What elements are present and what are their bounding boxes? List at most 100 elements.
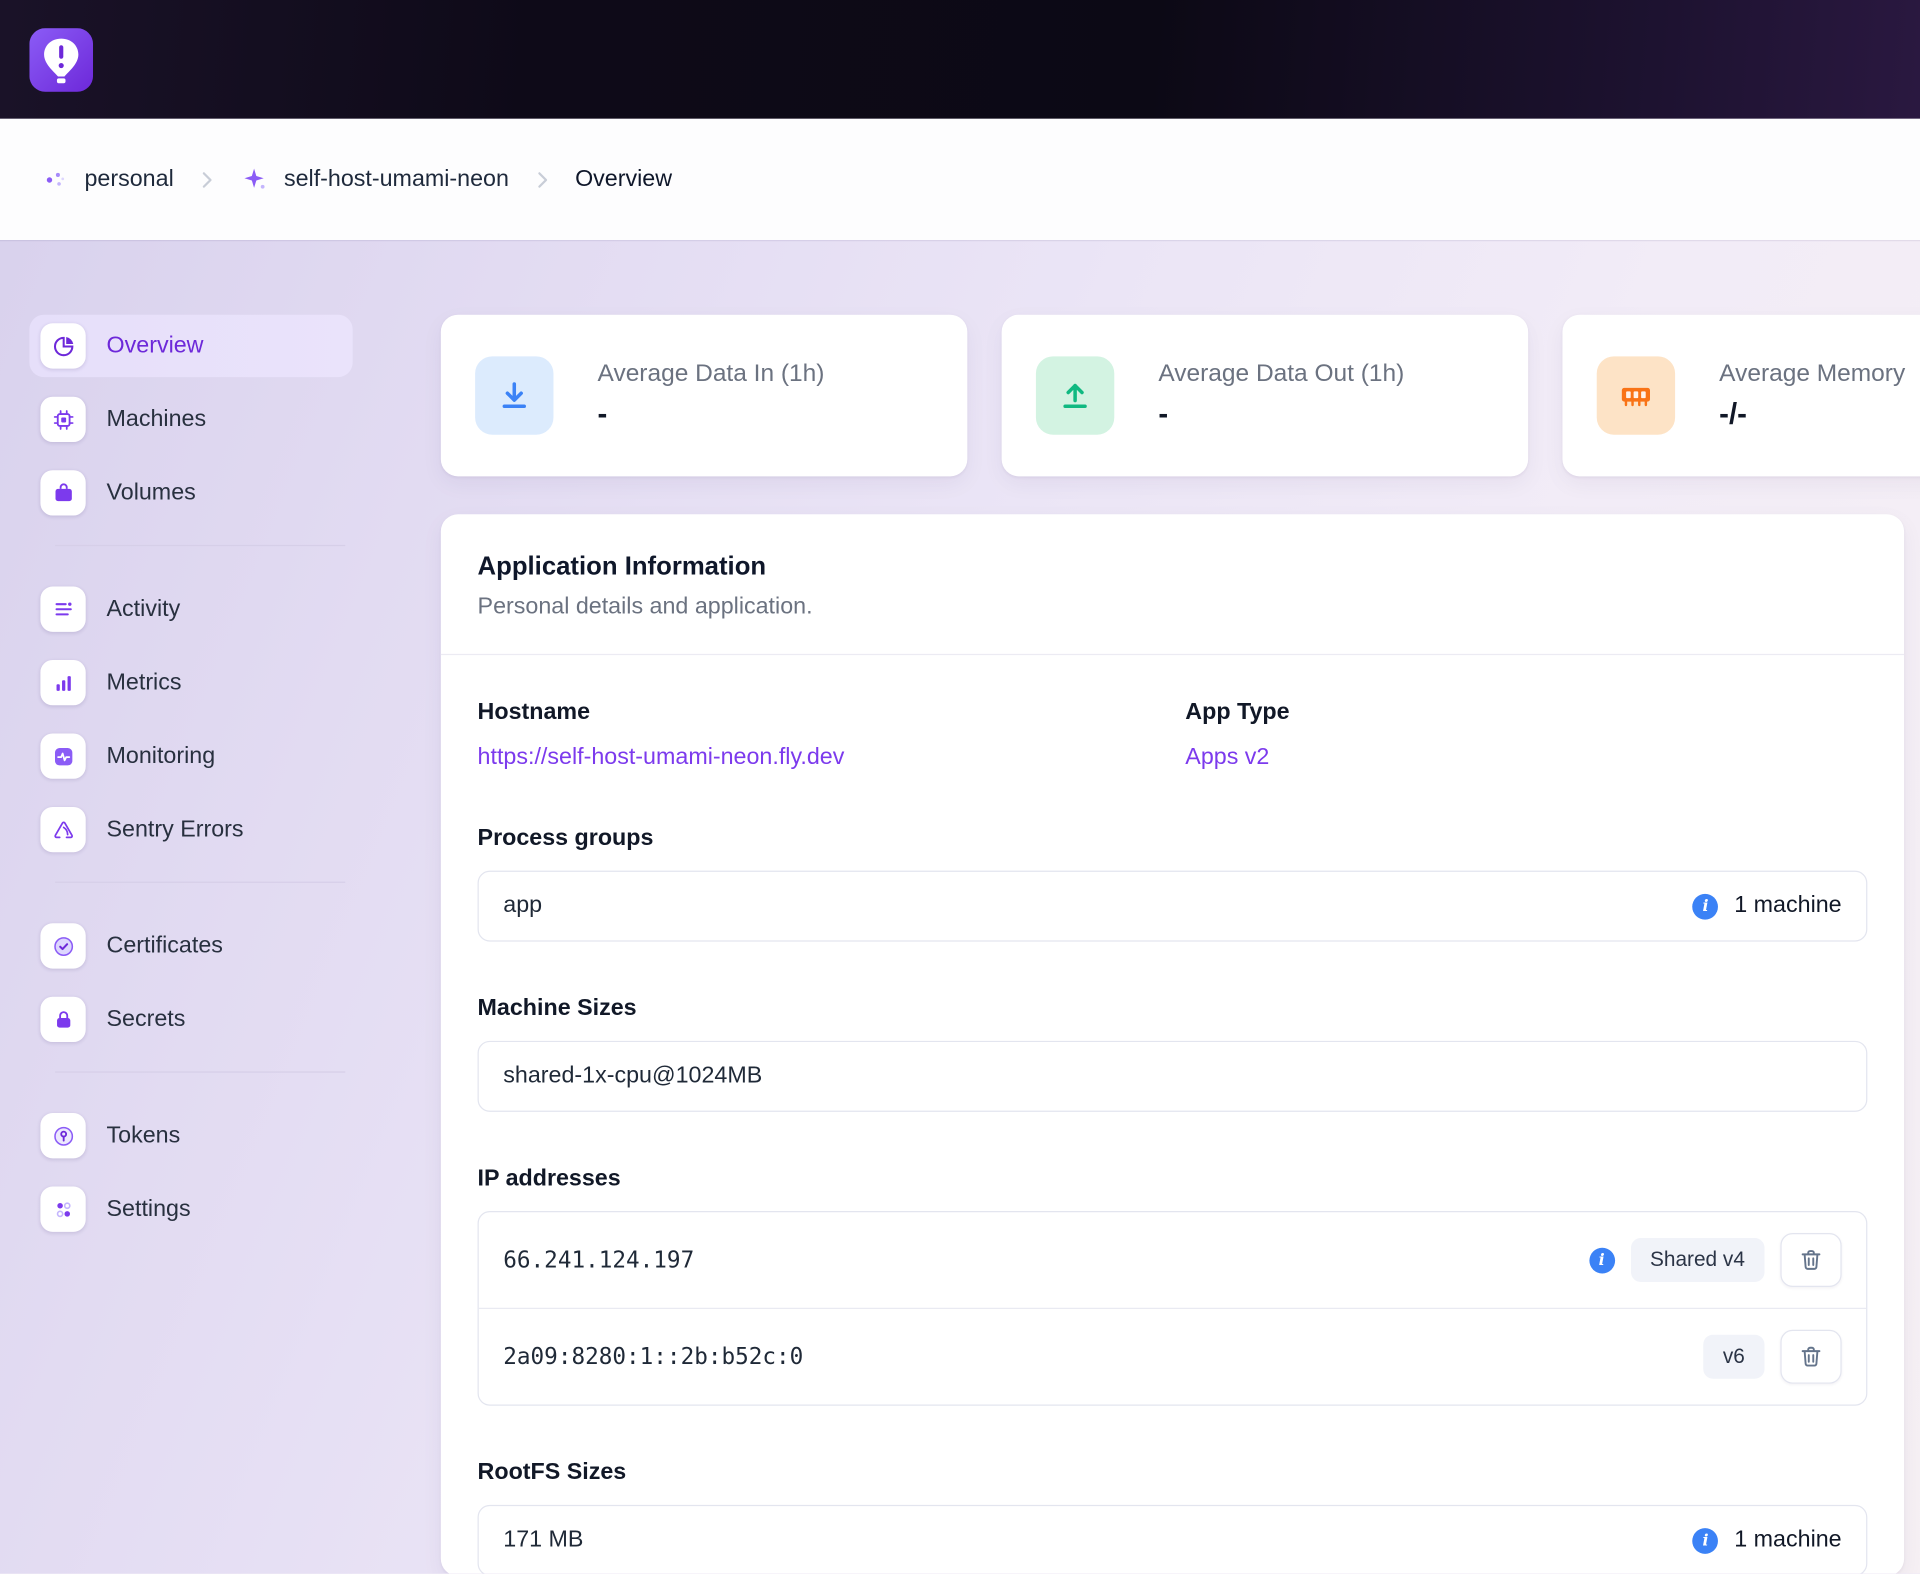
rootfs-label: RootFS Sizes	[478, 1460, 1868, 1487]
process-groups-label: Process groups	[478, 825, 1868, 852]
stat-label: Average Data In (1h)	[598, 359, 825, 387]
sidebar-item-overview[interactable]: Overview	[29, 315, 352, 377]
machine-size-row: shared-1x-cpu@1024MB	[478, 1041, 1868, 1112]
sidebar-item-label: Sentry Errors	[107, 816, 244, 843]
certificates-icon	[40, 923, 85, 968]
stats-row: Average Data In (1h) - Average Data Out …	[441, 315, 1920, 477]
stat-value: -	[598, 397, 825, 431]
breadcrumb-page: Overview	[575, 166, 672, 193]
sidebar-item-label: Metrics	[107, 669, 182, 696]
rootfs-size-value: 171 MB	[503, 1527, 583, 1554]
ip-row: 2a09:8280:1::2b:b52c:0 v6	[479, 1308, 1866, 1405]
info-icon[interactable]: i	[1693, 893, 1719, 919]
page: personal self-host-umami-neon Overview	[0, 0, 1920, 1573]
card-subtitle: Personal details and application.	[478, 594, 1868, 621]
card-header: Application Information Personal details…	[441, 514, 1904, 655]
sidebar-divider	[55, 545, 345, 546]
stat-value: -	[1158, 397, 1404, 431]
sidebar-item-label: Certificates	[107, 932, 223, 959]
sidebar-item-machines[interactable]: Machines	[29, 388, 352, 450]
app-type-field: App Type Apps v2	[1185, 699, 1867, 771]
breadcrumb-app[interactable]: self-host-umami-neon	[284, 166, 509, 193]
info-icon[interactable]: i	[1693, 1528, 1719, 1554]
hostname-label: Hostname	[478, 699, 1186, 726]
sidebar-item-activity[interactable]: Activity	[29, 578, 352, 640]
card-title: Application Information	[478, 552, 1868, 581]
rootfs-row: 171 MB i 1 machine	[478, 1505, 1868, 1574]
main-content: Average Data In (1h) - Average Data Out …	[441, 315, 1920, 1574]
overview-icon	[40, 323, 85, 368]
stat-card-memory: Average Memory -/-	[1562, 315, 1920, 477]
rootfs-machine-count: 1 machine	[1734, 1527, 1841, 1554]
ip-addresses-label: IP addresses	[478, 1166, 1868, 1193]
machine-sizes-section: Machine Sizes shared-1x-cpu@1024MB	[478, 996, 1868, 1112]
process-group-row: app i 1 machine	[478, 871, 1868, 942]
hostname-link[interactable]: https://self-host-umami-neon.fly.dev	[478, 744, 845, 771]
ip-address-list: 66.241.124.197 i Shared v4	[478, 1211, 1868, 1406]
sidebar-item-label: Machines	[107, 406, 207, 433]
sparkle-icon	[240, 165, 268, 193]
sidebar-item-label: Volumes	[107, 479, 196, 506]
ip-type-badge: Shared v4	[1630, 1238, 1764, 1282]
sidebar-item-label: Monitoring	[107, 743, 216, 770]
application-information-card: Application Information Personal details…	[441, 514, 1904, 1573]
organization-icon	[42, 166, 69, 193]
stat-value: -/-	[1719, 397, 1905, 431]
metrics-icon	[40, 660, 85, 705]
activity-icon	[40, 587, 85, 632]
settings-icon	[40, 1187, 85, 1232]
ip-row: 66.241.124.197 i Shared v4	[479, 1212, 1866, 1308]
card-body: Hostname https://self-host-umami-neon.fl…	[441, 655, 1904, 1573]
rootfs-section: RootFS Sizes 171 MB i 1 machine	[478, 1460, 1868, 1574]
ip-address: 66.241.124.197	[503, 1247, 694, 1273]
stat-card-data-in: Average Data In (1h) -	[441, 315, 968, 477]
app-type-link[interactable]: Apps v2	[1185, 744, 1269, 771]
sidebar-item-label: Activity	[107, 596, 181, 623]
sidebar-item-label: Overview	[107, 332, 204, 359]
download-icon	[475, 356, 553, 434]
sidebar: Overview Machines	[29, 315, 352, 1252]
sidebar-item-volumes[interactable]: Volumes	[29, 462, 352, 524]
sidebar-item-certificates[interactable]: Certificates	[29, 915, 352, 977]
sidebar-item-tokens[interactable]: Tokens	[29, 1104, 352, 1166]
stat-card-data-out: Average Data Out (1h) -	[1002, 315, 1529, 477]
sidebar-item-secrets[interactable]: Secrets	[29, 988, 352, 1050]
process-group-machine-count: 1 machine	[1734, 893, 1841, 920]
process-groups-section: Process groups app i 1 machine	[478, 825, 1868, 941]
machines-icon	[40, 397, 85, 442]
sidebar-item-settings[interactable]: Settings	[29, 1178, 352, 1240]
sidebar-item-label: Secrets	[107, 1006, 186, 1033]
info-icon[interactable]: i	[1589, 1247, 1615, 1273]
monitoring-icon	[40, 733, 85, 778]
stat-label: Average Data Out (1h)	[1158, 359, 1404, 387]
sentry-errors-icon	[40, 807, 85, 852]
ip-type-badge: v6	[1703, 1335, 1764, 1379]
delete-ip-button[interactable]	[1780, 1330, 1841, 1384]
sidebar-item-sentry-errors[interactable]: Sentry Errors	[29, 798, 352, 860]
fly-logo[interactable]	[29, 28, 93, 92]
content-area: Overview Machines	[0, 240, 1920, 1573]
top-header	[0, 0, 1920, 119]
machine-size-value: shared-1x-cpu@1024MB	[503, 1063, 762, 1090]
upload-icon	[1036, 356, 1114, 434]
delete-ip-button[interactable]	[1780, 1233, 1841, 1287]
sidebar-item-monitoring[interactable]: Monitoring	[29, 725, 352, 787]
sidebar-divider	[55, 1071, 345, 1072]
machine-sizes-label: Machine Sizes	[478, 996, 1868, 1023]
sidebar-item-label: Tokens	[107, 1122, 181, 1149]
chevron-right-icon	[195, 167, 219, 191]
secrets-lock-icon	[40, 997, 85, 1042]
breadcrumb: personal self-host-umami-neon Overview	[0, 119, 1920, 240]
memory-icon	[1597, 356, 1675, 434]
stat-label: Average Memory	[1719, 359, 1905, 387]
ip-address: 2a09:8280:1::2b:b52c:0	[503, 1344, 803, 1370]
chevron-right-icon	[530, 167, 554, 191]
process-group-name: app	[503, 893, 542, 920]
sidebar-divider	[55, 882, 345, 883]
ip-addresses-section: IP addresses 66.241.124.197 i Shared v4	[478, 1166, 1868, 1406]
sidebar-item-metrics[interactable]: Metrics	[29, 651, 352, 713]
breadcrumb-org[interactable]: personal	[84, 166, 173, 193]
hostname-field: Hostname https://self-host-umami-neon.fl…	[478, 699, 1186, 771]
tokens-key-icon	[40, 1113, 85, 1158]
app-type-label: App Type	[1185, 699, 1867, 726]
